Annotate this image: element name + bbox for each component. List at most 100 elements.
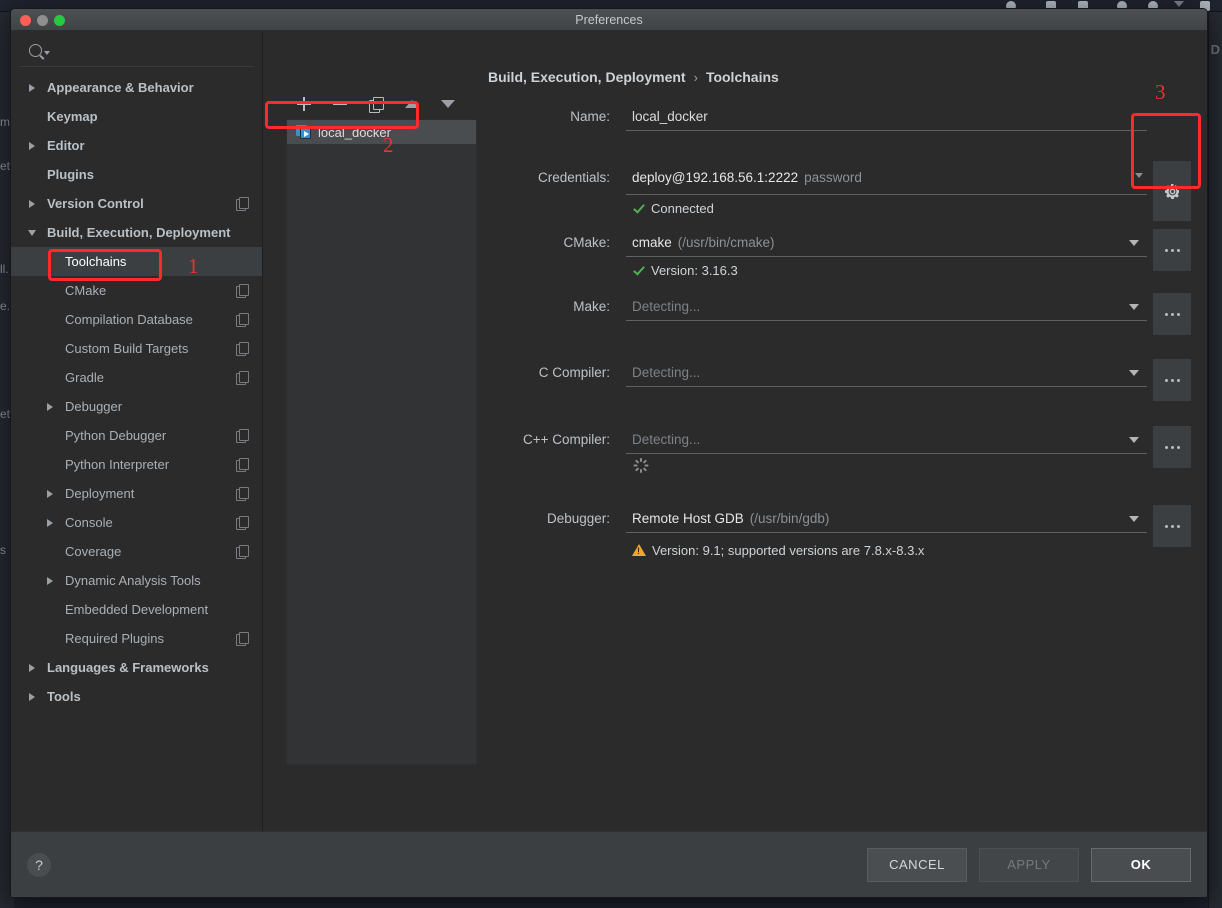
- chevron-right-icon[interactable]: [23, 141, 41, 150]
- sidebar-item-label: Python Interpreter: [65, 457, 170, 472]
- cancel-button[interactable]: CANCEL: [867, 847, 967, 882]
- sidebar-item-python-interpreter[interactable]: Python Interpreter: [11, 450, 262, 479]
- sidebar-item-gradle[interactable]: Gradle: [11, 363, 262, 392]
- sidebar-item-console[interactable]: Console: [11, 508, 262, 537]
- name-row-spacer: [1153, 103, 1191, 145]
- project-scope-icon: [236, 545, 249, 559]
- docker-icon: [296, 125, 311, 139]
- minimize-button[interactable]: [37, 15, 48, 26]
- sidebar-item-label: Languages & Frameworks: [47, 660, 209, 675]
- maximize-button[interactable]: [54, 15, 65, 26]
- chevron-right-icon[interactable]: [41, 402, 59, 411]
- chevron-down-icon[interactable]: [1129, 304, 1139, 310]
- debugger-browse-button[interactable]: [1153, 505, 1191, 547]
- sidebar-item-custom-build-targets[interactable]: Custom Build Targets: [11, 334, 262, 363]
- sidebar-item-cmake[interactable]: CMake: [11, 276, 262, 305]
- chevron-right-icon[interactable]: [23, 663, 41, 672]
- close-button[interactable]: [20, 15, 31, 26]
- sidebar-item-deployment[interactable]: Deployment: [11, 479, 262, 508]
- copy-icon: [369, 96, 384, 113]
- help-button[interactable]: ?: [27, 852, 51, 877]
- credentials-edit-button[interactable]: [1153, 161, 1191, 221]
- c-compiler-label: C Compiler:: [538, 365, 610, 380]
- credentials-status-text: Connected: [651, 200, 714, 216]
- chevron-down-icon[interactable]: [1129, 370, 1139, 376]
- name-label: Name:: [570, 109, 610, 124]
- credentials-value: deploy@192.168.56.1:2222: [632, 170, 799, 185]
- list-item[interactable]: local_docker: [287, 120, 476, 144]
- chevron-down-icon[interactable]: [1135, 173, 1143, 178]
- sidebar-item-toolchains[interactable]: Toolchains: [11, 247, 262, 276]
- remove-toolchain-button[interactable]: [330, 94, 350, 114]
- c-compiler-combo[interactable]: Detecting...: [626, 359, 1147, 387]
- sidebar-item-keymap[interactable]: Keymap: [11, 102, 262, 131]
- name-row: Name: local_docker: [488, 103, 1191, 145]
- chevron-down-icon[interactable]: [1129, 240, 1139, 246]
- sidebar-item-languages-frameworks[interactable]: Languages & Frameworks: [11, 653, 262, 682]
- search-input[interactable]: [56, 43, 244, 58]
- make-placeholder: Detecting...: [632, 299, 701, 314]
- add-toolchain-button[interactable]: [294, 94, 314, 114]
- cmake-value: cmake: [632, 235, 672, 250]
- sidebar-item-label: Plugins: [47, 167, 94, 182]
- chevron-right-icon[interactable]: [23, 83, 41, 92]
- sidebar-item-coverage[interactable]: Coverage: [11, 537, 262, 566]
- chevron-right-icon[interactable]: [23, 199, 41, 208]
- sidebar-item-version-control[interactable]: Version Control: [11, 189, 262, 218]
- sidebar-item-label: Required Plugins: [65, 631, 165, 646]
- toolchain-list-panel: local_docker: [263, 31, 477, 831]
- sidebar-item-label: Build, Execution, Deployment: [47, 225, 231, 240]
- cmake-browse-button[interactable]: [1153, 229, 1191, 271]
- breadcrumb-parent[interactable]: Build, Execution, Deployment: [488, 69, 686, 85]
- sidebar-item-compilation-database[interactable]: Compilation Database: [11, 305, 262, 334]
- c-compiler-browse-button[interactable]: [1153, 359, 1191, 401]
- toolchain-form: Name: local_docker Credentials: deploy@1…: [477, 103, 1191, 563]
- settings-search-row[interactable]: [19, 35, 254, 67]
- apply-button[interactable]: APPLY: [979, 847, 1079, 882]
- chevron-down-icon[interactable]: [1129, 516, 1139, 522]
- sidebar-item-label: Custom Build Targets: [65, 341, 189, 356]
- cxx-compiler-combo[interactable]: Detecting...: [626, 426, 1147, 454]
- sidebar-item-required-plugins[interactable]: Required Plugins: [11, 624, 262, 653]
- debugger-combo[interactable]: Remote Host GDB (/usr/bin/gdb): [626, 505, 1147, 533]
- chevron-right-icon[interactable]: [41, 518, 59, 527]
- sidebar-item-tools[interactable]: Tools: [11, 682, 262, 711]
- sidebar-item-build-execution-deployment[interactable]: Build, Execution, Deployment: [11, 218, 262, 247]
- search-icon: [29, 44, 50, 57]
- make-browse-button[interactable]: [1153, 293, 1191, 335]
- ellipsis-icon: [1164, 524, 1180, 528]
- ok-button[interactable]: OK: [1091, 847, 1191, 882]
- move-up-button[interactable]: [402, 94, 422, 114]
- ellipsis-icon: [1164, 312, 1180, 316]
- credentials-combo[interactable]: deploy@192.168.56.1:2222 password: [626, 161, 1147, 195]
- make-combo[interactable]: Detecting...: [626, 293, 1147, 321]
- toolchain-list[interactable]: local_docker: [286, 119, 477, 765]
- sidebar-item-debugger[interactable]: Debugger: [11, 392, 262, 421]
- arrow-down-icon: [441, 100, 455, 108]
- chevron-down-icon[interactable]: [1129, 437, 1139, 443]
- chevron-down-icon[interactable]: [23, 229, 41, 236]
- chevron-right-icon[interactable]: [41, 489, 59, 498]
- sidebar-item-appearance-behavior[interactable]: Appearance & Behavior: [11, 73, 262, 102]
- cmake-combo[interactable]: cmake (/usr/bin/cmake): [626, 229, 1147, 257]
- project-scope-icon: [236, 458, 249, 472]
- sidebar-item-editor[interactable]: Editor: [11, 131, 262, 160]
- project-scope-icon: [236, 342, 249, 356]
- name-input[interactable]: local_docker: [626, 103, 1147, 131]
- project-scope-icon: [236, 313, 249, 327]
- copy-toolchain-button[interactable]: [366, 94, 386, 114]
- sidebar-item-dynamic-analysis-tools[interactable]: Dynamic Analysis Tools: [11, 566, 262, 595]
- sidebar-item-label: Tools: [47, 689, 81, 704]
- cxx-compiler-browse-button[interactable]: [1153, 426, 1191, 468]
- sidebar-item-embedded-development[interactable]: Embedded Development: [11, 595, 262, 624]
- move-down-button[interactable]: [438, 94, 458, 114]
- debugger-path: (/usr/bin/gdb): [749, 511, 830, 526]
- sidebar-item-plugins[interactable]: Plugins: [11, 160, 262, 189]
- cmake-label: CMake:: [563, 235, 610, 250]
- chevron-right-icon[interactable]: [23, 692, 41, 701]
- toolchain-list-toolbar: [286, 89, 477, 119]
- sidebar-item-python-debugger[interactable]: Python Debugger: [11, 421, 262, 450]
- preferences-dialog: Preferences Appearance & Behavior Keymap E…: [10, 8, 1208, 898]
- debugger-status-text: Version: 9.1; supported versions are 7.8…: [652, 542, 925, 558]
- chevron-right-icon[interactable]: [41, 576, 59, 585]
